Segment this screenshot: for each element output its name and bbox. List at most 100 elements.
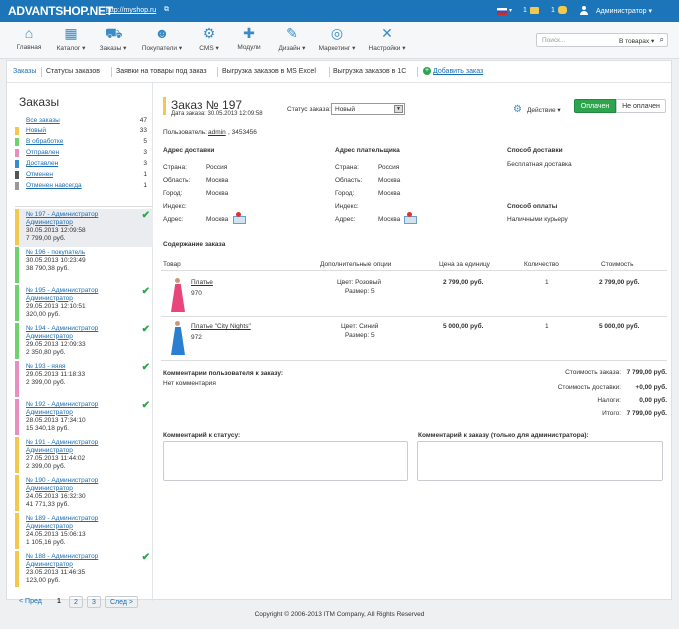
status-color: [15, 138, 19, 146]
map-icon[interactable]: [233, 212, 246, 224]
content-panel: Заказы Статусы заказов Заявки на товары …: [6, 60, 672, 608]
search-icon[interactable]: ⌕: [660, 35, 664, 45]
product-link[interactable]: Платье "City Nights": [191, 323, 251, 330]
tab-preorders[interactable]: Заявки на товары под заказ: [116, 68, 207, 75]
line-total: 2 799,00 руб.: [599, 279, 640, 286]
unit-price: 5 000,00 руб.: [443, 323, 484, 330]
pager-page-1[interactable]: 1: [53, 596, 65, 608]
tab-order-statuses[interactable]: Статусы заказов: [46, 68, 100, 75]
add-order-link[interactable]: Добавить заказ: [433, 68, 483, 75]
home-icon: ⌂: [24, 25, 34, 41]
order-list-item[interactable]: № 192 - Администратор Администратор 28.05…: [15, 399, 153, 437]
status-filter-processing[interactable]: В обработке 5: [15, 138, 147, 146]
order-link[interactable]: № 196 - покупатель: [26, 249, 126, 257]
order-list-item[interactable]: № 195 - Администратор Администратор 29.05…: [15, 285, 153, 323]
order-date: 24.05.2013 15:06:13: [26, 531, 86, 538]
status-filter-delivered[interactable]: Доставлен 3: [15, 160, 147, 168]
tab-export-excel[interactable]: Выгрузка заказов в MS Excel: [222, 68, 316, 75]
status-comment-title: Комментарий к статусу:: [163, 432, 241, 439]
search-input[interactable]: Поиск... В товарах ▾ ⌕: [536, 33, 668, 47]
status-filter-new[interactable]: Новый 33: [15, 127, 147, 135]
order-list-item[interactable]: № 191 - Администратор Администратор 27.05…: [15, 437, 153, 475]
payment-method: Наличными курьеру: [507, 216, 568, 223]
order-link[interactable]: № 193 - яяяя: [26, 363, 126, 371]
site-link[interactable]: http://myshop.ru: [106, 7, 156, 14]
status-filter-cancelled[interactable]: Отменен 1: [15, 171, 147, 179]
pager-page-3[interactable]: 3: [87, 596, 101, 608]
paid-check-icon: ✔: [141, 324, 150, 335]
menu-marketing[interactable]: ◎ Маркетинг ▾: [316, 25, 358, 52]
order-list-item[interactable]: № 193 - яяяя 29.05.2013 11:18:33 2 399,00 …: [15, 361, 153, 399]
status-select[interactable]: Новый ▼: [331, 103, 405, 115]
gear-icon[interactable]: ⚙: [513, 104, 522, 115]
admin-comment-textarea[interactable]: [417, 441, 663, 481]
order-list-item[interactable]: № 194 - Администратор Администратор 29.05…: [15, 323, 153, 361]
action-dropdown[interactable]: Действие ▾: [527, 106, 561, 114]
product-option: Цвет: Розовый: [337, 279, 382, 286]
user-link[interactable]: admin: [208, 129, 226, 136]
language-flag-icon[interactable]: [497, 8, 507, 15]
order-list-item[interactable]: № 190 - Администратор Администратор 24.05…: [15, 475, 153, 513]
unpaid-toggle[interactable]: Не оплачен: [616, 99, 666, 113]
menu-settings[interactable]: ✕ Настройки ▾: [366, 25, 408, 52]
menu-customers[interactable]: ☻ Покупатели ▾: [138, 25, 186, 52]
mail-count: 1: [523, 7, 527, 14]
order-list-item[interactable]: № 197 - Администратор Администратор 30.05…: [15, 209, 153, 247]
order-link[interactable]: № 189 - Администратор Администратор: [26, 515, 126, 530]
order-sum: 41 771,33 руб.: [26, 500, 70, 508]
order-link[interactable]: № 197 - Администратор Администратор: [26, 211, 126, 226]
paid-check-icon: ✔: [141, 400, 150, 411]
status-filter-cancelled-forever[interactable]: Отменен навсегда 1: [15, 182, 147, 190]
status-filter-all[interactable]: Все заказы 47: [15, 117, 147, 125]
tab-export-1c[interactable]: Выгрузка заказов в 1С: [333, 68, 406, 75]
product-image[interactable]: [169, 321, 187, 357]
order-list-item[interactable]: № 188 - Администратор Администратор 23.05…: [15, 551, 153, 589]
order-date: 29.05.2013 12:09:33: [26, 341, 86, 348]
map-icon[interactable]: [404, 212, 417, 224]
logo[interactable]: ADVANTSHOP.NET: [8, 4, 113, 18]
paid-toggle[interactable]: Оплачен: [574, 99, 616, 113]
tab-orders[interactable]: Заказы: [13, 68, 36, 75]
admin-menu[interactable]: Администратор ▾: [596, 7, 652, 15]
menu-cms[interactable]: ⚙ CMS ▾: [196, 25, 222, 52]
status-label: Статус заказа:: [287, 106, 331, 113]
order-link[interactable]: № 190 - Администратор Администратор: [26, 477, 126, 492]
order-list-item[interactable]: № 196 - покупатель 30.05.2013 10:23:49 38 …: [15, 247, 153, 285]
order-date: 29.05.2013 12:10:51: [26, 303, 86, 310]
order-link[interactable]: № 195 - Администратор Администратор: [26, 287, 126, 302]
order-sum: 1 105,16 руб.: [26, 538, 66, 546]
menu-design[interactable]: ✎ Дизайн ▾: [274, 25, 310, 52]
user-comment-title: Комментарии пользователя к заказу:: [163, 370, 284, 377]
product-option: Размер: 5: [345, 332, 375, 339]
user-icon: [580, 6, 588, 15]
quantity: 1: [545, 323, 549, 330]
menu-modules[interactable]: ✚ Модули: [234, 25, 264, 51]
order-link[interactable]: № 188 - Администратор Администратор: [26, 553, 126, 568]
external-link-icon[interactable]: ⧉: [164, 6, 169, 14]
order-link[interactable]: № 192 - Администратор Администратор: [26, 401, 126, 416]
pager-prev[interactable]: < Пред: [19, 598, 42, 605]
top-bar: ADVANTSHOP.NET http://myshop.ru ⧉ ▾ 1 1 …: [0, 0, 679, 22]
order-list-item[interactable]: № 189 - Администратор Администратор 24.05…: [15, 513, 153, 551]
status-color: [15, 437, 19, 473]
chevron-down-icon[interactable]: ▾: [509, 7, 512, 14]
product-sku: 970: [191, 290, 202, 297]
messages-icon[interactable]: [558, 6, 567, 14]
menu-home[interactable]: ⌂ Главная: [14, 25, 44, 51]
order-date: 24.05.2013 16:32:30: [26, 493, 86, 500]
status-comment-textarea[interactable]: [163, 441, 408, 481]
search-scope-select[interactable]: В товарах ▾: [619, 37, 654, 45]
status-filter-sent[interactable]: Отправлен 3: [15, 149, 147, 157]
order-link[interactable]: № 194 - Администратор Администратор: [26, 325, 126, 340]
menu-orders[interactable]: ⛟ Заказы ▾: [96, 25, 130, 52]
pager-page-2[interactable]: 2: [69, 596, 83, 608]
pager-next[interactable]: След >: [105, 596, 138, 608]
product-link[interactable]: Платье: [191, 279, 213, 286]
menu-catalog[interactable]: ▦ Каталог ▾: [52, 25, 90, 52]
order-date: 30.05.2013 12:09:58: [26, 227, 86, 234]
mail-icon[interactable]: [530, 7, 539, 14]
status-color: [15, 117, 19, 125]
product-image[interactable]: [169, 278, 187, 314]
order-link[interactable]: № 191 - Администратор Администратор: [26, 439, 126, 454]
gear-icon: ⚙: [202, 25, 216, 41]
